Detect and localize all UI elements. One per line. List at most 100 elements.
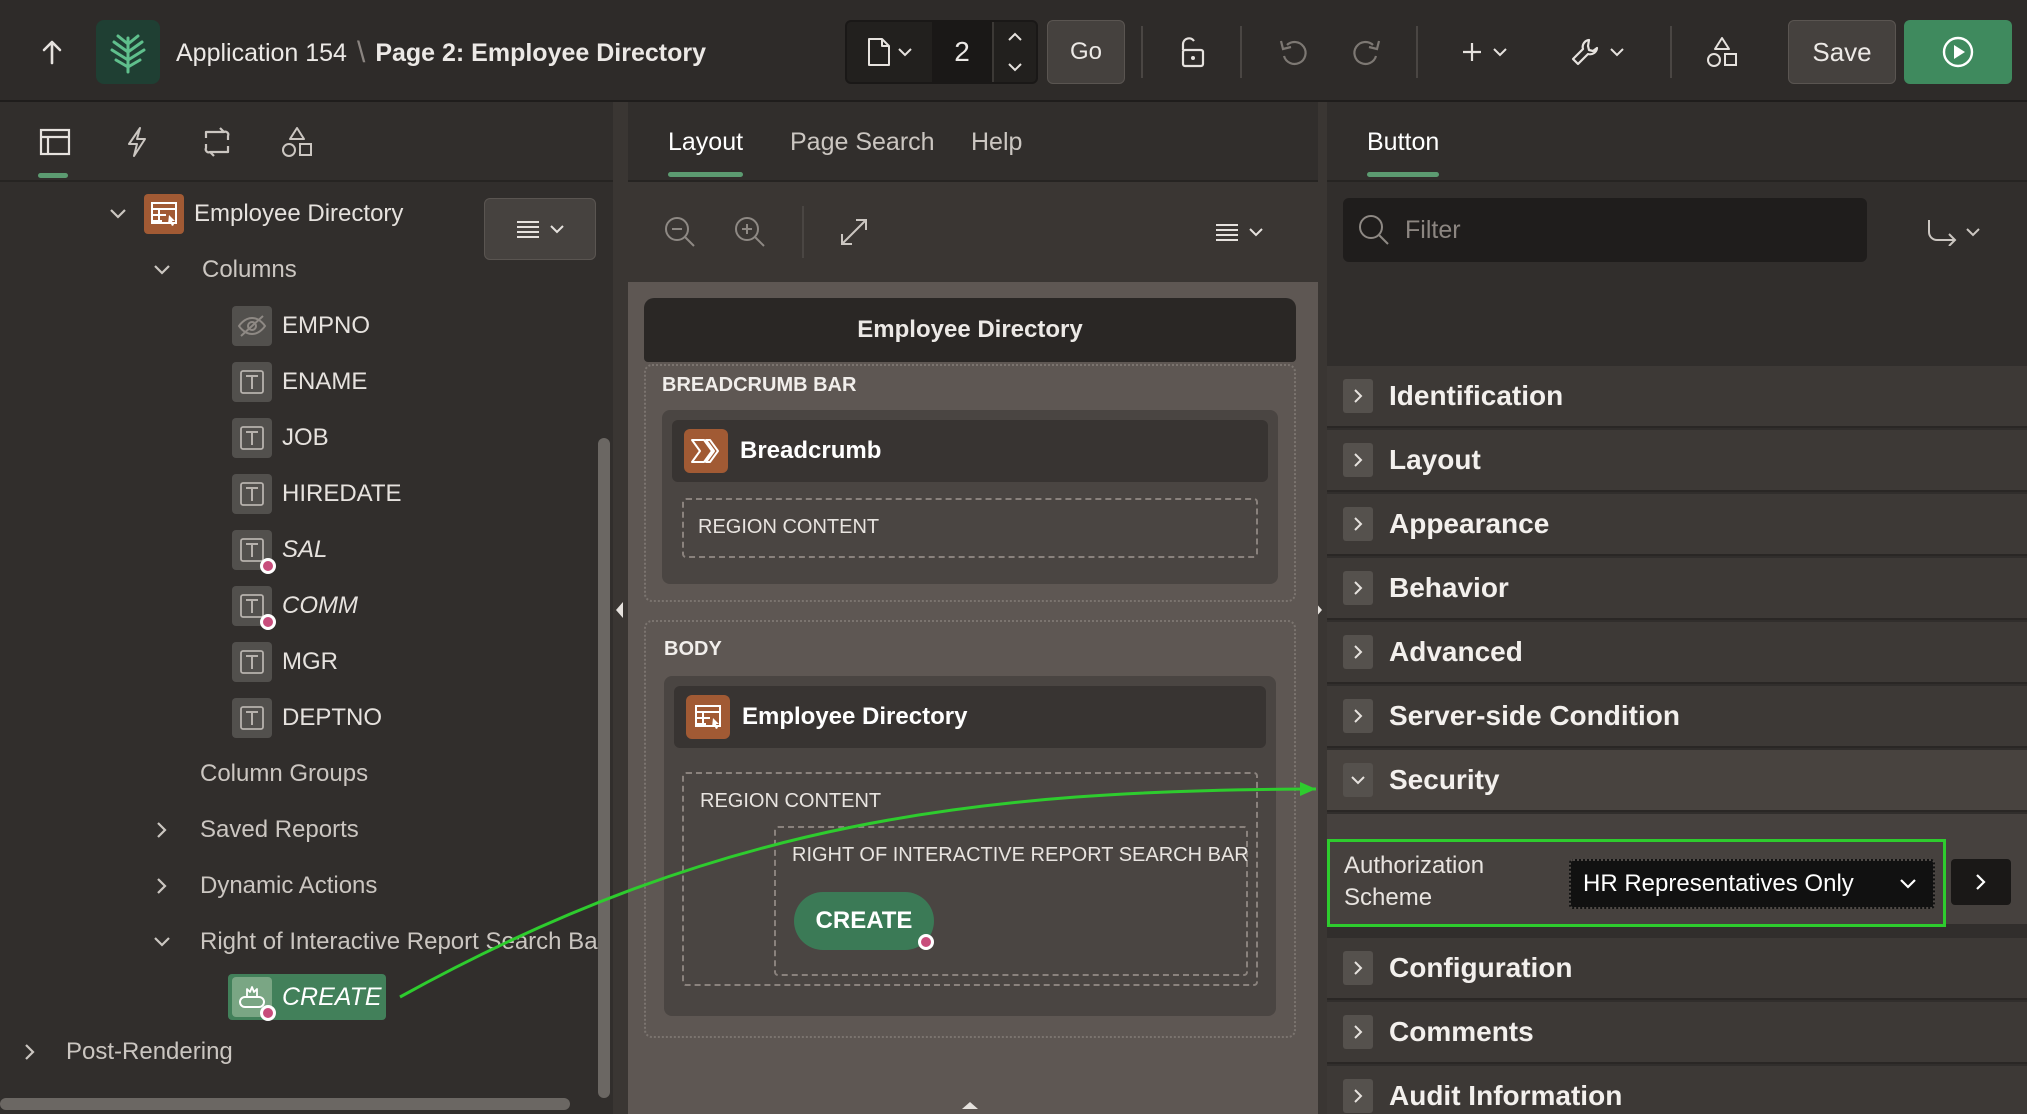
region-title: Employee Directory: [742, 703, 968, 730]
run-page-button[interactable]: [1904, 20, 2012, 84]
undo-button[interactable]: [1272, 30, 1316, 74]
tab-button[interactable]: Button: [1367, 128, 1440, 177]
tree-node-label: Employee Directory: [194, 200, 404, 227]
chevron-right-icon[interactable]: [1343, 1079, 1373, 1113]
chevron-right-icon[interactable]: [1343, 699, 1373, 733]
tab-help[interactable]: Help: [971, 128, 1022, 157]
breadcrumb-region[interactable]: Breadcrumb REGION CONTENT: [662, 410, 1278, 584]
tab-rendering[interactable]: [30, 122, 80, 178]
chevron-right-icon[interactable]: [1343, 379, 1373, 413]
save-button[interactable]: Save: [1788, 20, 1896, 84]
chevron-right-icon[interactable]: [1343, 1015, 1373, 1049]
chevron-right-icon[interactable]: [1343, 443, 1373, 477]
search-icon: [1357, 213, 1391, 247]
group-advanced[interactable]: Advanced: [1327, 622, 2027, 684]
chevron-right-icon[interactable]: [1343, 635, 1373, 669]
go-to-group-button[interactable]: [1913, 212, 1993, 252]
vertical-scrollbar[interactable]: [598, 438, 610, 1098]
group-appearance[interactable]: Appearance: [1327, 494, 2027, 556]
slot-label: REGION CONTENT: [700, 790, 882, 812]
chevron-right-icon[interactable]: [1343, 951, 1373, 985]
tab-page-search[interactable]: Page Search: [790, 128, 935, 157]
tree-node-column[interactable]: DEPTNO: [232, 698, 382, 738]
shapes-icon: [280, 125, 314, 159]
filter-field[interactable]: [1343, 198, 1867, 262]
group-title: Identification: [1389, 380, 1564, 411]
region-header[interactable]: Employee Directory: [674, 686, 1266, 748]
tree-node-column[interactable]: HIREDATE: [232, 474, 402, 514]
tree-node-column[interactable]: COMM: [232, 586, 358, 630]
group-behavior[interactable]: Behavior: [1327, 558, 2027, 620]
employee-directory-region[interactable]: Employee Directory REGION CONTENT RIGHT …: [664, 676, 1276, 1016]
shared-components-button[interactable]: [1700, 30, 1744, 74]
up-arrow-button[interactable]: [30, 32, 74, 72]
chevron-right-icon[interactable]: [1343, 507, 1373, 541]
tree-node-dynamic-actions[interactable]: Dynamic Actions: [148, 866, 377, 906]
collapse-left-handle[interactable]: [614, 600, 624, 620]
chevron-down-icon[interactable]: [104, 208, 132, 220]
tree-node-column[interactable]: SAL: [232, 530, 327, 574]
page-number-field[interactable]: 2: [932, 22, 992, 82]
center-pane-tabs: Layout Page Search Help: [628, 102, 1318, 182]
create-menu-button[interactable]: [1454, 30, 1514, 74]
chevron-down-icon[interactable]: [148, 264, 176, 276]
authorization-badge: [918, 934, 934, 950]
tree-node-column-groups[interactable]: Column Groups: [200, 754, 368, 794]
zoom-in-button[interactable]: [728, 210, 772, 254]
tab-shared-components[interactable]: [272, 122, 322, 162]
tree-node-column[interactable]: JOB: [232, 418, 329, 458]
layout-menu-button[interactable]: [1204, 210, 1274, 254]
create-button-preview[interactable]: CREATE: [794, 892, 934, 950]
authorization-scheme-select[interactable]: HR Representatives Only: [1569, 859, 1935, 909]
utilities-menu-button[interactable]: [1564, 30, 1630, 74]
chevron-down-icon[interactable]: [148, 936, 176, 948]
go-button[interactable]: Go: [1047, 20, 1125, 84]
group-security[interactable]: Security: [1327, 750, 2027, 812]
group-identification[interactable]: Identification: [1327, 366, 2027, 428]
go-to-component-button[interactable]: [1951, 859, 2011, 905]
group-server-side-condition[interactable]: Server-side Condition: [1327, 686, 2027, 748]
tab-processing[interactable]: [192, 122, 242, 162]
page-finder-button[interactable]: [847, 22, 932, 82]
page-down-button[interactable]: [994, 52, 1036, 82]
tree-node-right-of-search[interactable]: Right of Interactive Report Search Ba: [148, 922, 598, 962]
column-name: HIREDATE: [282, 480, 402, 507]
group-audit-information[interactable]: Audit Information: [1327, 1066, 2027, 1114]
tree-node-label: Column Groups: [200, 760, 369, 787]
lock-button[interactable]: [1170, 30, 1214, 74]
app-name[interactable]: Application 154: [176, 39, 347, 68]
chevron-right-icon[interactable]: [148, 821, 176, 839]
tree-node-label: Post-Rendering: [66, 1038, 233, 1065]
button-icon: [232, 977, 276, 1021]
chevron-right-icon[interactable]: [1343, 571, 1373, 605]
tree-node-column[interactable]: MGR: [232, 642, 338, 682]
filter-input[interactable]: [1405, 215, 1845, 245]
chevron-right-icon[interactable]: [148, 877, 176, 895]
tree-node-columns[interactable]: Columns: [148, 250, 297, 290]
undo-icon: [1277, 35, 1311, 69]
page-up-button[interactable]: [994, 22, 1036, 52]
redo-button[interactable]: [1344, 30, 1388, 74]
collapse-bottom-handle[interactable]: [960, 1100, 980, 1110]
tree-node-saved-reports[interactable]: Saved Reports: [148, 810, 359, 850]
tree-node-column[interactable]: EMPNO: [232, 306, 370, 346]
page-header-bar[interactable]: Employee Directory: [644, 298, 1296, 362]
chevron-right-icon[interactable]: [16, 1043, 44, 1061]
tree-node-column[interactable]: ENAME: [232, 362, 367, 402]
expand-button[interactable]: [832, 210, 876, 254]
horizontal-scrollbar[interactable]: [0, 1098, 570, 1110]
app-logo[interactable]: [96, 20, 160, 84]
tree-node-region[interactable]: Employee Directory: [104, 194, 403, 234]
zoom-out-button[interactable]: [658, 210, 702, 254]
region-header[interactable]: Breadcrumb: [672, 420, 1268, 482]
group-comments[interactable]: Comments: [1327, 1002, 2027, 1064]
region-actions-button[interactable]: [484, 198, 596, 260]
group-configuration[interactable]: Configuration: [1327, 938, 2027, 1000]
tree-node-post-rendering[interactable]: Post-Rendering: [16, 1032, 233, 1072]
tab-layout[interactable]: Layout: [668, 128, 744, 177]
chevron-down-icon[interactable]: [1343, 763, 1373, 797]
tab-dynamic-actions[interactable]: [112, 122, 162, 162]
text-column-icon: [232, 362, 272, 402]
group-layout[interactable]: Layout: [1327, 430, 2027, 492]
tree-node-create-button[interactable]: CREATE: [228, 974, 386, 1021]
